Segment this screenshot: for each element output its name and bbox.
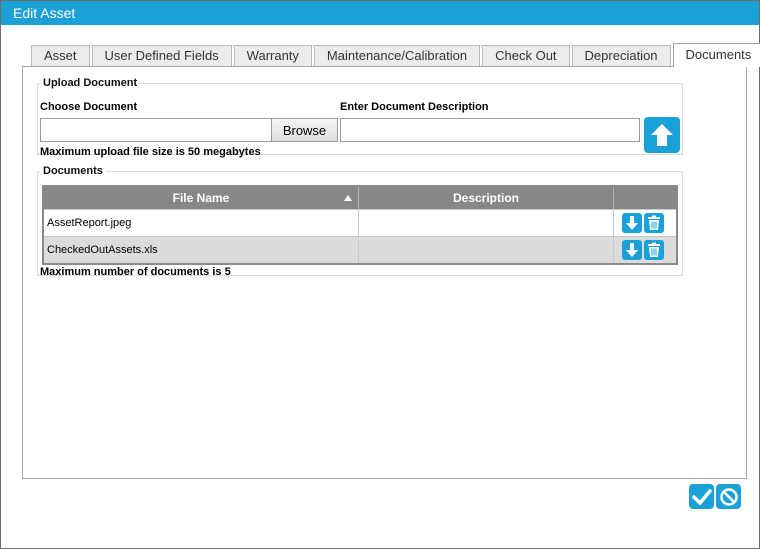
documents-group: Documents File Name Description AssetRep…	[37, 165, 683, 278]
tab-bar: Asset User Defined Fields Warranty Maint…	[31, 43, 760, 67]
row-actions	[614, 237, 676, 263]
delete-button[interactable]	[644, 240, 664, 260]
tab-check-out[interactable]: Check Out	[482, 45, 570, 67]
upload-button[interactable]	[644, 117, 680, 153]
actions-column-header	[614, 187, 676, 209]
browse-button[interactable]: Browse	[271, 118, 338, 142]
documents-legend: Documents	[43, 165, 103, 177]
table-header: File Name Description	[44, 187, 676, 209]
tab-documents[interactable]: Documents	[672, 43, 760, 67]
download-button[interactable]	[622, 240, 642, 260]
tab-depreciation[interactable]: Depreciation	[571, 45, 671, 67]
row-actions	[614, 210, 676, 236]
arrow-up-icon	[651, 124, 673, 146]
max-documents-note: Maximum number of documents is 5	[40, 266, 231, 278]
cancel-button[interactable]	[716, 484, 741, 509]
file-name-header-label: File Name	[172, 191, 230, 205]
trash-icon	[648, 242, 660, 257]
document-description-input[interactable]	[340, 118, 640, 142]
documents-table: File Name Description AssetReport.jpeg C…	[42, 185, 678, 265]
arrow-down-icon	[626, 216, 638, 230]
save-button[interactable]	[689, 484, 714, 509]
description-cell	[359, 237, 614, 263]
window-title: Edit Asset	[1, 1, 759, 25]
download-button[interactable]	[622, 213, 642, 233]
delete-button[interactable]	[644, 213, 664, 233]
arrow-down-icon	[626, 243, 638, 257]
checkmark-icon	[691, 488, 712, 505]
file-name-cell: AssetReport.jpeg	[44, 210, 359, 236]
trash-icon	[648, 215, 660, 230]
choose-document-label: Choose Document	[40, 101, 138, 113]
sort-ascending-icon	[344, 195, 352, 201]
tab-user-defined-fields[interactable]: User Defined Fields	[91, 45, 232, 67]
tab-maintenance-calibration[interactable]: Maintenance/Calibration	[313, 45, 481, 67]
description-cell	[359, 210, 614, 236]
description-header-label: Description	[452, 191, 519, 205]
file-name-cell: CheckedOutAssets.xls	[44, 237, 359, 263]
file-name-column-header[interactable]: File Name	[44, 187, 359, 209]
upload-document-group: Upload Document Choose Document Browse E…	[37, 77, 683, 158]
choose-document-field[interactable]	[40, 118, 272, 142]
table-row[interactable]: CheckedOutAssets.xls	[44, 236, 676, 263]
cancel-circle-icon	[719, 487, 738, 506]
documents-panel: Upload Document Choose Document Browse E…	[22, 66, 747, 479]
tab-asset[interactable]: Asset	[31, 45, 90, 67]
tab-warranty[interactable]: Warranty	[233, 45, 312, 67]
max-upload-size-note: Maximum upload file size is 50 megabytes	[40, 146, 261, 158]
edit-asset-window: Edit Asset Asset User Defined Fields War…	[0, 0, 760, 549]
upload-document-legend: Upload Document	[43, 77, 138, 89]
document-description-label: Enter Document Description	[340, 101, 489, 113]
table-row[interactable]: AssetReport.jpeg	[44, 209, 676, 236]
description-column-header[interactable]: Description	[359, 187, 614, 209]
